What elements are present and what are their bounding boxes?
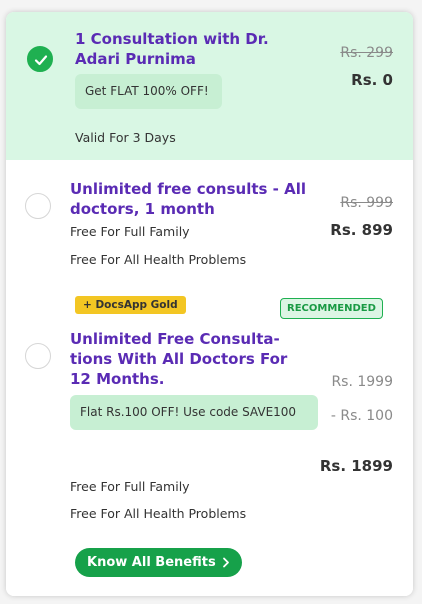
plan-title: 1 Consultation with Dr. Adari Purnima bbox=[75, 30, 269, 68]
chevron-right-icon bbox=[222, 557, 229, 568]
final-price: Rs. 899 bbox=[330, 221, 393, 239]
check-icon bbox=[34, 55, 48, 66]
final-price: Rs. 1899 bbox=[319, 457, 393, 475]
plan-selection-card: 1 Consultation with Dr. Adari Purnima Ge… bbox=[6, 12, 413, 596]
plan-price: Rs. 1999 bbox=[331, 374, 393, 390]
original-price: Rs. 999 bbox=[340, 195, 393, 211]
feature-text: Free For All Health Problems bbox=[70, 252, 247, 267]
feature-text: Free For Full Family bbox=[70, 224, 190, 239]
discount-amount: - Rs. 100 bbox=[330, 408, 393, 424]
plan-title: Unlimited free consults - All doctors, 1… bbox=[70, 180, 306, 218]
plan-option-yearly[interactable]: + DocsApp Gold RECOMMENDED Unlimited Fre… bbox=[6, 283, 413, 596]
validity-text: Valid For 3 Days bbox=[75, 130, 176, 145]
coupon-offer-box: Flat Rs.100 OFF! Use code SAVE100 bbox=[70, 395, 318, 430]
recommended-badge: RECOMMENDED bbox=[280, 298, 383, 319]
final-price: Rs. 0 bbox=[351, 71, 393, 89]
docsapp-gold-badge: + DocsApp Gold bbox=[75, 296, 186, 314]
know-all-benefits-button[interactable]: Know All Benefits bbox=[75, 548, 242, 577]
plan-radio[interactable] bbox=[25, 343, 51, 369]
feature-text: Free For Full Family bbox=[70, 479, 190, 494]
original-price: Rs. 299 bbox=[340, 45, 393, 61]
plan-option-single-consultation[interactable]: 1 Consultation with Dr. Adari Purnima Ge… bbox=[6, 12, 413, 160]
feature-text: Free For All Health Problems bbox=[70, 506, 247, 521]
benefits-button-label: Know All Benefits bbox=[87, 555, 216, 570]
plan-title: Unlimited Free Consulta-tions With All D… bbox=[70, 330, 288, 388]
plan-radio[interactable] bbox=[25, 193, 51, 219]
plan-radio-selected[interactable] bbox=[27, 46, 53, 72]
plan-option-monthly[interactable]: Unlimited free consults - All doctors, 1… bbox=[6, 160, 413, 283]
offer-box: Get FLAT 100% OFF! bbox=[75, 74, 222, 109]
